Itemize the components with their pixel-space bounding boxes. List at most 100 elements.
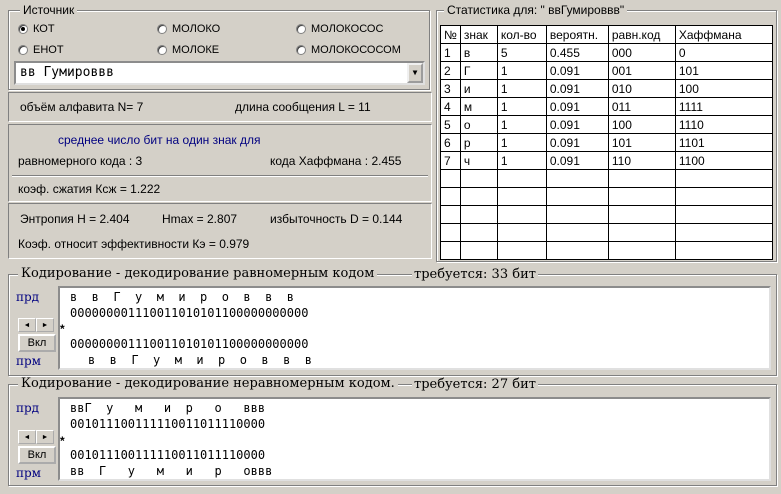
radio-kot[interactable]: КОТ: [18, 22, 55, 36]
table-row: 6 р 1 0.091 101 1101: [440, 133, 773, 152]
table-cell: [440, 205, 461, 224]
radio-moloko[interactable]: МОЛОКО: [157, 22, 220, 36]
prm-label: прм: [16, 466, 42, 480]
table-cell: 0.091: [545, 79, 609, 98]
uniform-spinner[interactable]: ◄ ►: [18, 318, 54, 332]
prm-label: прм: [16, 354, 42, 368]
table-cell: 7: [440, 151, 461, 170]
arrow-right-icon[interactable]: ►: [36, 318, 54, 332]
table-cell: [674, 241, 773, 260]
table-cell: 0.455: [545, 43, 609, 62]
hmax: Hmax = 2.807: [162, 212, 238, 226]
col-header: №: [440, 25, 461, 44]
radio-enot[interactable]: ЕНОТ: [18, 43, 64, 57]
huffman-required: требуется: 27 бит: [412, 377, 538, 392]
send-chars: ввГ у м и р о ввв: [70, 401, 266, 415]
uniform-required: требуется: 33 бит: [412, 267, 538, 282]
radio-molokososom[interactable]: МОЛОКОСОСОМ: [296, 43, 401, 57]
radio-circle-icon: [157, 45, 167, 55]
radio-label: МОЛОКО: [172, 23, 221, 35]
table-cell: [545, 205, 609, 224]
huffman-on-button[interactable]: Вкл: [18, 446, 56, 464]
radio-moloke[interactable]: МОЛОКЕ: [157, 43, 219, 57]
arrow-left-icon[interactable]: ◄: [18, 430, 36, 444]
recv-chars: в в Г у м и р о в в в: [88, 353, 312, 367]
uniform-code-display: в в Г у м и р о в в в 000000001110011010…: [58, 286, 771, 370]
table-cell: 1: [496, 133, 547, 152]
uniform-bits: равномерного кода : 3: [18, 154, 143, 168]
efficiency: Коэф. относит эффективности Кэ = 0.979: [18, 237, 250, 251]
table-cell: [496, 169, 547, 188]
table-cell: 1: [496, 151, 547, 170]
redundancy: избыточность D = 0.144: [270, 212, 403, 226]
table-cell: [674, 205, 773, 224]
radio-circle-icon: [296, 24, 306, 34]
radio-circle-icon: [18, 45, 28, 55]
table-cell: 3: [440, 79, 461, 98]
table-cell: 4: [440, 97, 461, 116]
arrow-left-icon[interactable]: ◄: [18, 318, 36, 332]
send-bits: 001011100111110011011110000: [70, 417, 266, 431]
huffman-bits: кода Хаффмана : 2.455: [270, 154, 402, 168]
prd-label: прд: [16, 290, 40, 304]
table-header-row: № знак кол-во вероятн. равн.код Хаффмана: [440, 25, 773, 44]
chevron-down-icon[interactable]: ▼: [407, 63, 423, 83]
radio-label: КОТ: [33, 23, 55, 35]
huffman-code-display: ввГ у м и р о ввв 0010111001111100110111…: [58, 397, 771, 481]
avg-bits-title: среднее число бит на один знак для: [58, 133, 261, 147]
table-cell: и: [459, 79, 498, 98]
prd-label: прд: [16, 401, 40, 415]
recv-chars: вв Г у м и р оввв: [70, 464, 273, 478]
table-row-empty: [440, 205, 773, 224]
uniform-on-button[interactable]: Вкл: [18, 334, 56, 352]
table-cell: 0.091: [545, 151, 609, 170]
table-cell: [496, 205, 547, 224]
col-header: равн.код: [607, 25, 676, 44]
table-cell: в: [459, 43, 498, 62]
table-cell: [496, 187, 547, 206]
radio-molokosos[interactable]: МОЛОКОСОС: [296, 22, 383, 36]
table-cell: 010: [607, 79, 676, 98]
table-cell: 1: [440, 43, 461, 62]
radio-label: МОЛОКОСОСОМ: [311, 44, 401, 56]
table-cell: ч: [459, 151, 498, 170]
table-cell: 1111: [674, 97, 773, 116]
table-cell: 000: [607, 43, 676, 62]
radio-label: МОЛОКЕ: [172, 44, 220, 56]
table-cell: [674, 187, 773, 206]
table-cell: [607, 223, 676, 242]
source-combo[interactable]: вв Гумироввв ▼: [14, 61, 425, 85]
radio-circle-icon: [18, 24, 28, 34]
table-cell: 100: [674, 79, 773, 98]
table-cell: 001: [607, 61, 676, 80]
table-cell: [459, 169, 498, 188]
table-cell: [545, 169, 609, 188]
table-cell: [440, 241, 461, 260]
table-cell: 1100: [674, 151, 773, 170]
table-row: 3 и 1 0.091 010 100: [440, 79, 773, 98]
table-cell: [607, 187, 676, 206]
table-cell: р: [459, 133, 498, 152]
table-row-empty: [440, 241, 773, 260]
recv-bits: 000000001110011010101100000000000: [70, 337, 309, 351]
radio-label: ЕНОТ: [33, 44, 64, 56]
table-cell: [459, 187, 498, 206]
table-cell: [440, 187, 461, 206]
table-cell: 2: [440, 61, 461, 80]
table-cell: [545, 187, 609, 206]
table-row: 7 ч 1 0.091 110 1100: [440, 151, 773, 170]
table-cell: 1: [496, 115, 547, 134]
table-row-empty: [440, 223, 773, 242]
huffman-spinner[interactable]: ◄ ►: [18, 430, 54, 444]
table-cell: 0.091: [545, 115, 609, 134]
combo-value: вв Гумироввв: [20, 65, 114, 80]
send-bits: 000000001110011010101100000000000: [70, 306, 309, 320]
table-row-empty: [440, 187, 773, 206]
table-row: 4 м 1 0.091 011 1111: [440, 97, 773, 116]
table-cell: 5: [496, 43, 547, 62]
uniform-legend: Кодирование - декодирование равномерным …: [18, 267, 378, 281]
table-cell: 100: [607, 115, 676, 134]
channel-star: *: [60, 322, 65, 336]
table-row: 2 Г 1 0.091 001 101: [440, 61, 773, 80]
arrow-right-icon[interactable]: ►: [36, 430, 54, 444]
